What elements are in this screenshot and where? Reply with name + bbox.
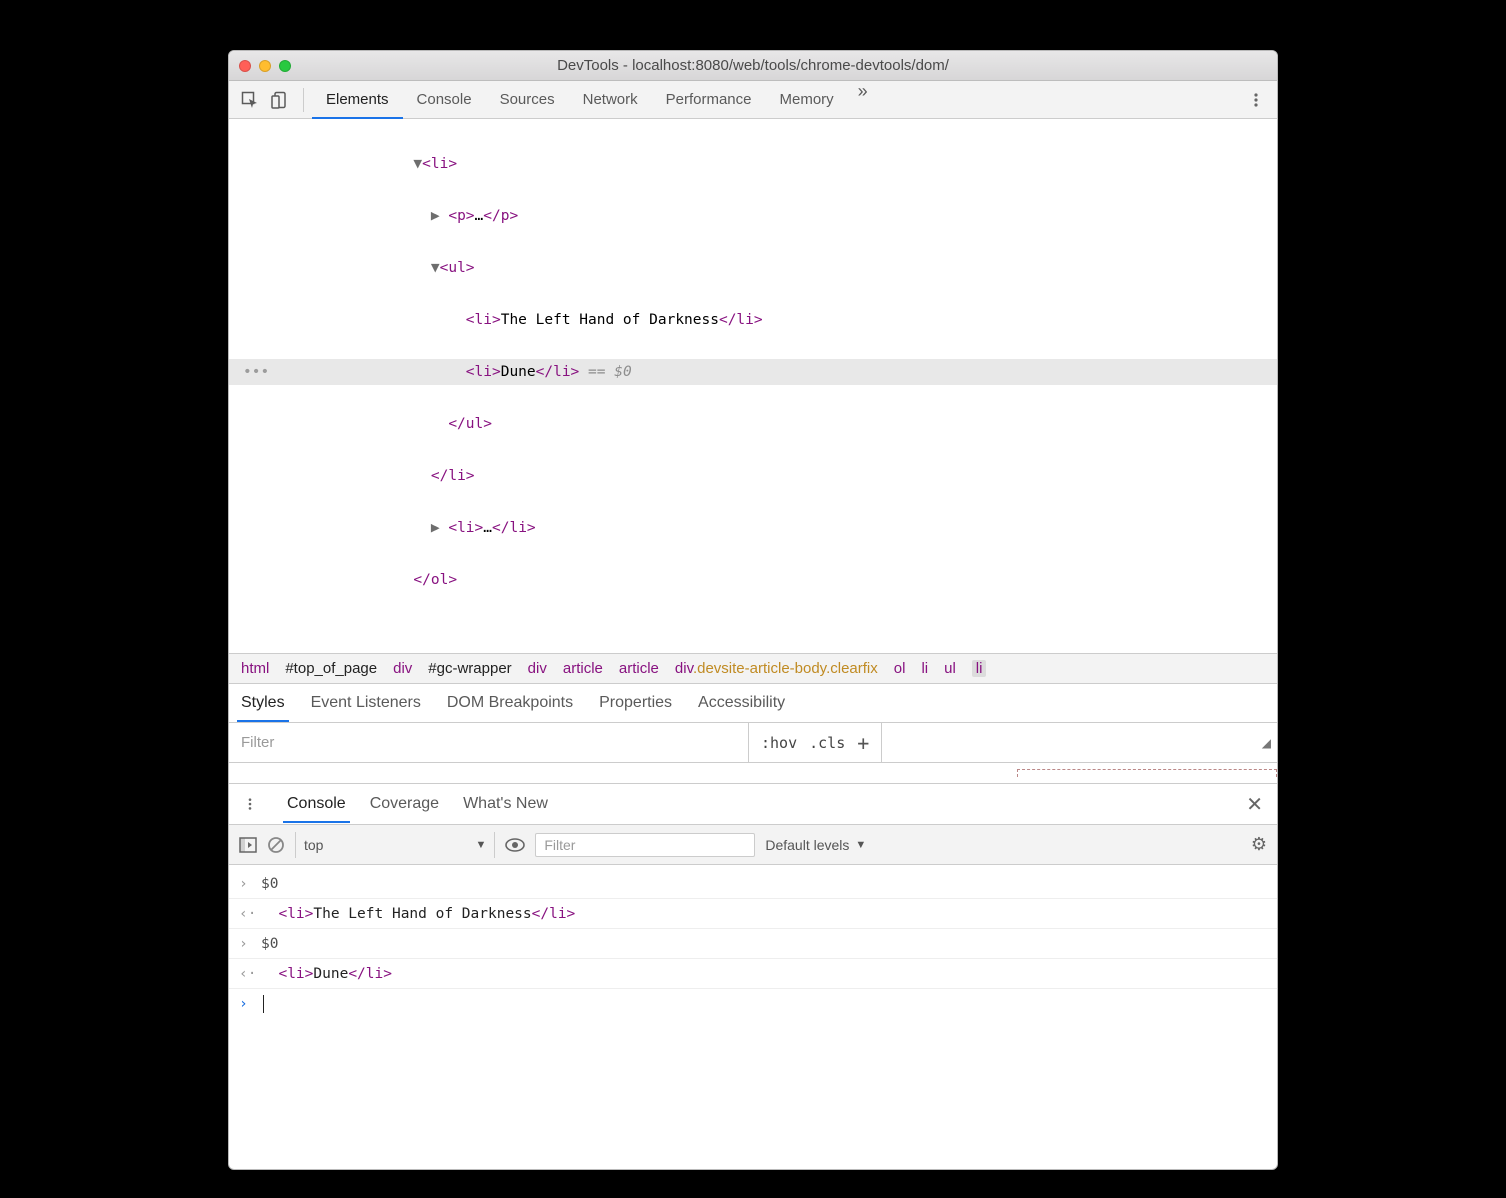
crumb-top-of-page[interactable]: #top_of_page [285, 660, 377, 677]
dom-node-p-collapsed[interactable]: ▶ <p>…</p> [229, 203, 1277, 229]
dom-node-li-close[interactable]: </li> [229, 463, 1277, 489]
drawer-tab-whatsnew[interactable]: What's New [463, 795, 548, 813]
subtab-dom-breakpoints[interactable]: DOM Breakpoints [447, 694, 573, 712]
subtab-properties[interactable]: Properties [599, 694, 672, 712]
device-toolbar-icon[interactable] [265, 85, 295, 115]
subtab-accessibility[interactable]: Accessibility [698, 694, 785, 712]
crumb-gc-wrapper[interactable]: #gc-wrapper [428, 660, 511, 677]
live-expression-icon[interactable] [505, 838, 525, 852]
drawer-close-icon[interactable]: ✕ [1240, 792, 1269, 817]
dom-node-ul-close[interactable]: </ul> [229, 411, 1277, 437]
execution-context-select[interactable]: top ▼ [295, 832, 495, 858]
devtools-window: DevTools - localhost:8080/web/tools/chro… [228, 50, 1278, 1170]
titlebar: DevTools - localhost:8080/web/tools/chro… [229, 51, 1277, 81]
elements-dom-tree[interactable]: ▼<li> ▶ <p>…</p> ▼<ul> <li>The Left Hand… [229, 119, 1277, 653]
drawer-tab-coverage[interactable]: Coverage [370, 795, 439, 813]
minimize-window-button[interactable] [259, 60, 271, 72]
crumb-div2[interactable]: div [528, 660, 547, 677]
text-cursor [263, 995, 264, 1013]
dom-breadcrumb[interactable]: html #top_of_page div #gc-wrapper div ar… [229, 653, 1277, 683]
console-output-line[interactable]: ‹· <li>The Left Hand of Darkness</li> [229, 899, 1277, 929]
subtab-event-listeners[interactable]: Event Listeners [311, 694, 421, 712]
drawer-tabs: Console Coverage What's New ✕ [229, 783, 1277, 825]
crumb-article1[interactable]: article [563, 660, 603, 677]
console-input-line[interactable]: ›$0 [229, 869, 1277, 899]
traffic-lights [239, 60, 291, 72]
log-levels-select[interactable]: Default levels▼ [765, 837, 866, 853]
more-tabs-icon[interactable]: » [858, 81, 868, 118]
crumb-li-selected[interactable]: li [972, 660, 987, 677]
box-model-preview [1017, 769, 1277, 777]
console-output-line[interactable]: ‹· <li>Dune</li> [229, 959, 1277, 989]
crumb-ul[interactable]: ul [944, 660, 956, 677]
new-style-rule-icon[interactable]: + [857, 731, 869, 755]
crumb-article2[interactable]: article [619, 660, 659, 677]
tab-elements[interactable]: Elements [312, 81, 403, 118]
inspect-element-icon[interactable] [235, 85, 265, 115]
panel-tabs: Elements Console Sources Network Perform… [312, 81, 868, 118]
dom-node-ul-open[interactable]: ▼<ul> [229, 255, 1277, 281]
dom-node-ol-close[interactable]: </ol> [229, 567, 1277, 593]
crumb-div-devsite[interactable]: div.devsite-article-body.clearfix [675, 660, 878, 677]
dom-node-li-dune-selected[interactable]: ••• <li>Dune</li> == $0 [229, 359, 1277, 385]
close-window-button[interactable] [239, 60, 251, 72]
dom-node-li-collapsed[interactable]: ▶ <li>…</li> [229, 515, 1277, 541]
tab-memory[interactable]: Memory [766, 81, 848, 118]
clear-console-icon[interactable] [267, 836, 285, 854]
crumb-div1[interactable]: div [393, 660, 412, 677]
tab-network[interactable]: Network [569, 81, 652, 118]
window-title: DevTools - localhost:8080/web/tools/chro… [229, 57, 1277, 74]
styles-filter-input[interactable]: Filter [229, 723, 749, 762]
dom-node-li-open[interactable]: ▼<li> [229, 151, 1277, 177]
console-sidebar-toggle-icon[interactable] [239, 837, 257, 853]
maximize-window-button[interactable] [279, 60, 291, 72]
toolbar-divider [303, 88, 304, 112]
tab-console[interactable]: Console [403, 81, 486, 118]
console-filter-input[interactable]: Filter [535, 833, 755, 857]
dom-node-li-darkness[interactable]: <li>The Left Hand of Darkness</li> [229, 307, 1277, 333]
crumb-li1[interactable]: li [921, 660, 928, 677]
console-input-line[interactable]: ›$0 [229, 929, 1277, 959]
console-settings-icon[interactable]: ⚙ [1251, 834, 1267, 855]
elements-sidebar-tabs: Styles Event Listeners DOM Breakpoints P… [229, 683, 1277, 723]
chevron-down-icon: ▼ [475, 839, 486, 851]
drawer-kebab-icon[interactable] [237, 797, 263, 811]
main-toolbar: Elements Console Sources Network Perform… [229, 81, 1277, 119]
crumb-ol[interactable]: ol [894, 660, 906, 677]
styles-toolbar: Filter :hov .cls + ◢ [229, 723, 1277, 763]
console-toolbar: top ▼ Filter Default levels▼ ⚙ [229, 825, 1277, 865]
chevron-down-icon: ▼ [855, 839, 866, 851]
resize-handle-icon[interactable]: ◢ [1262, 736, 1277, 750]
cls-toggle[interactable]: .cls [809, 734, 845, 752]
tab-performance[interactable]: Performance [652, 81, 766, 118]
subtab-styles[interactable]: Styles [241, 694, 285, 712]
kebab-menu-icon[interactable] [1241, 85, 1271, 115]
crumb-html[interactable]: html [241, 660, 269, 677]
drawer-tab-console[interactable]: Console [287, 795, 346, 813]
hov-toggle[interactable]: :hov [761, 734, 797, 752]
console-output[interactable]: ›$0 ‹· <li>The Left Hand of Darkness</li… [229, 865, 1277, 1169]
gutter-menu-icon[interactable]: ••• [243, 359, 265, 385]
console-prompt[interactable]: › [229, 989, 1277, 1019]
tab-sources[interactable]: Sources [486, 81, 569, 118]
